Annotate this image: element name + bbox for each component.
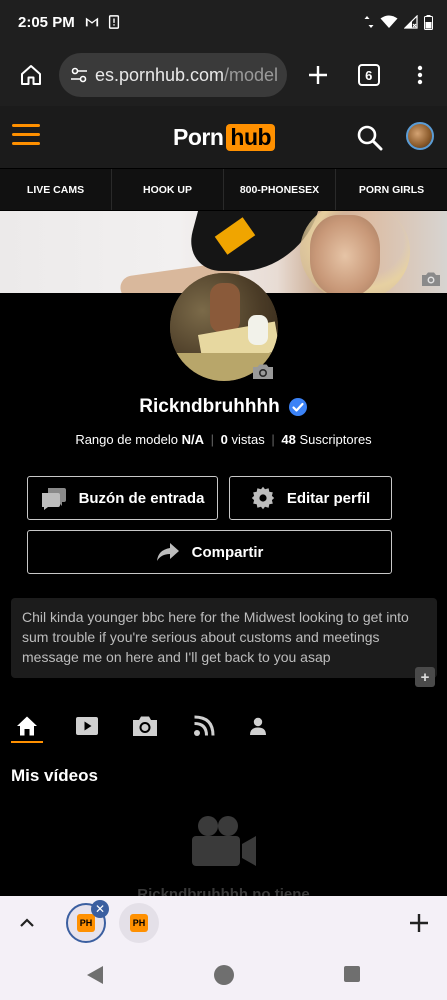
category-hook-up[interactable]: HOOK UP [112,169,224,210]
section-title: Mis vídeos [11,766,98,785]
status-bar: 2:05 PM [0,0,447,44]
new-tab-button[interactable] [405,909,433,937]
status-time: 2:05 PM [18,13,75,31]
subscribers-label: Suscriptores [299,432,372,447]
logo-text-left: Porn [173,123,224,150]
back-icon[interactable] [86,965,104,985]
edit-profile-button[interactable]: Editar perfil [229,476,392,520]
category-nav: LIVE CAMS HOOK UP 800-PHONESEX PORN GIRL… [0,168,447,210]
verified-badge-icon [288,398,307,416]
subscribers-value: 48 [281,432,296,447]
category-live-cams[interactable]: LIVE CAMS [0,169,112,210]
photo-icon [133,716,157,736]
wifi-icon [380,15,398,28]
ph-favicon-icon: PH [77,914,95,932]
site-header: Porn hub [0,106,447,168]
tab-profile[interactable] [242,712,274,740]
video-icon [76,717,98,735]
plus-icon [410,914,428,932]
gear-icon [251,486,275,510]
new-tab-button[interactable] [299,55,338,95]
data-arrows-icon [364,16,374,28]
gmail-icon [85,17,98,27]
tab-switcher-button[interactable]: 6 [349,55,388,95]
tab-thumbnail[interactable]: PH [119,903,159,943]
home-icon [21,65,42,85]
person-icon [250,717,266,735]
share-button[interactable]: Compartir [27,530,392,574]
url-bar[interactable]: es.pornhub.com/model/r [58,53,287,97]
category-porn-girls[interactable]: PORN GIRLS [336,169,447,210]
expand-tabs-button[interactable] [14,910,40,936]
more-vert-icon [417,65,422,85]
tab-feed[interactable] [188,712,220,740]
empty-state-text: Rickndbruhhhh no tiene [137,886,310,896]
share-button-label: Compartir [191,543,264,561]
profile-username: Rickndbruhhhh [139,396,280,417]
browser-menu-button[interactable] [400,55,439,95]
hamburger-icon[interactable] [12,124,40,148]
profile-tabs [0,708,447,748]
browser-tab-strip: PH PH [0,896,447,950]
share-arrow-icon [156,543,179,561]
profile-bio: Chil kinda younger bbc here for the Midw… [11,598,437,678]
profile-stats: Rango de modelo N/A | 0 vistas | 48 Susc… [75,432,372,447]
home-icon [17,716,37,736]
feed-icon [194,715,215,736]
logo-text-right: hub [226,123,276,151]
recents-icon[interactable] [344,966,360,982]
browser-toolbar: es.pornhub.com/model/r 6 [0,44,447,106]
camera-icon[interactable] [421,271,441,287]
avatar[interactable] [406,122,434,150]
site-logo[interactable]: Porn hub [173,122,276,152]
edit-profile-button-label: Editar perfil [286,489,371,507]
chevron-up-icon [20,918,34,927]
home-button[interactable] [14,57,49,93]
profile-name-row: Rickndbruhhhh [0,396,447,418]
plus-icon [308,66,327,84]
tab-photos[interactable] [129,712,161,740]
active-tab-indicator [11,741,43,743]
bio-expand-button[interactable]: + [415,667,435,687]
views-label: vistas [231,432,265,447]
tab-home[interactable] [11,712,43,740]
tab-videos[interactable] [71,712,103,740]
signal-icon [404,15,418,29]
inbox-button[interactable]: Buzón de entrada [27,476,218,520]
sim-alert-icon [108,15,119,29]
url-domain: es.pornhub.com [94,64,225,85]
rank-value: N/A [181,432,204,447]
home-nav-icon[interactable] [214,965,234,985]
inbox-button-label: Buzón de entrada [78,489,205,507]
site-settings-icon[interactable] [69,65,89,85]
rank-label: Rango de modelo [75,432,178,447]
category-phonesex[interactable]: 800-PHONESEX [224,169,336,210]
ph-favicon-icon: PH [130,914,148,932]
battery-icon [424,14,433,30]
search-icon[interactable] [356,124,384,152]
tab-switcher-icon: 6 [357,64,380,86]
chat-bubbles-icon [41,488,66,510]
video-camera-icon [192,816,256,866]
system-nav-bar [0,950,447,1000]
camera-icon[interactable] [252,363,274,380]
close-tab-icon[interactable]: ✕ [91,900,109,918]
views-value: 0 [220,432,228,447]
url-path: /model/r [224,64,277,85]
